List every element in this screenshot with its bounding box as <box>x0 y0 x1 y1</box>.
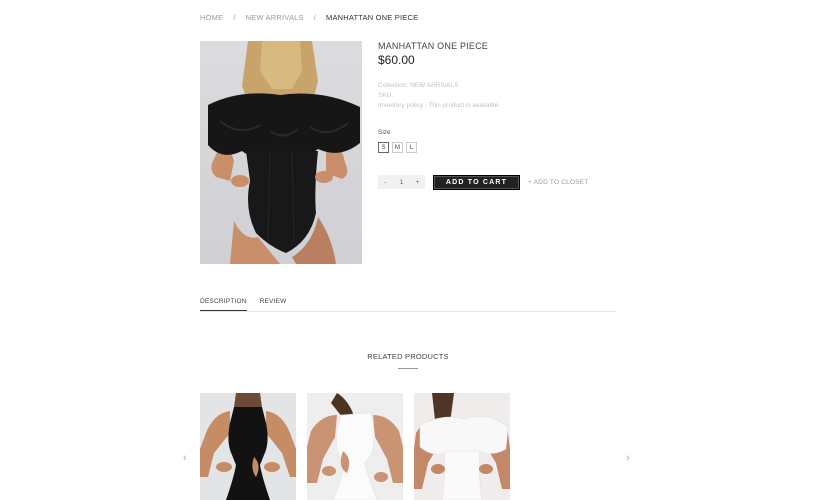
tab-description[interactable]: DESCRIPTION <box>200 298 247 311</box>
breadcrumb-collection-link[interactable]: NEW ARRIVALS <box>246 13 304 22</box>
size-label: Size <box>378 129 391 136</box>
related-products-title: RELATED PRODUCTS <box>367 352 449 361</box>
carousel-prev-icon[interactable]: ‹ <box>183 452 187 464</box>
product-price: $60.00 <box>378 53 415 67</box>
product-sku: SKU: <box>378 92 394 99</box>
related-photo-3 <box>414 393 510 500</box>
breadcrumb-current: MANHATTAN ONE PIECE <box>326 13 419 22</box>
size-option-s[interactable]: S <box>378 142 389 153</box>
related-product-white-cutout-swimsuit[interactable] <box>307 393 403 500</box>
product-title: MANHATTAN ONE PIECE <box>378 41 488 51</box>
breadcrumb-separator: / <box>313 13 317 22</box>
breadcrumb: HOME / NEW ARRIVALS / MANHATTAN ONE PIEC… <box>200 13 418 22</box>
related-photo-2 <box>307 393 403 500</box>
related-product-white-ruffle-swimsuit[interactable] <box>414 393 510 500</box>
breadcrumb-home-link[interactable]: HOME <box>200 13 223 22</box>
size-options: S M L <box>378 142 417 153</box>
size-option-m[interactable]: M <box>392 142 403 153</box>
quantity-stepper: - 1 + <box>378 175 425 189</box>
product-collection: Collection: NEW ARRIVALS <box>378 82 459 89</box>
product-image[interactable] <box>200 41 362 264</box>
product-tabs: DESCRIPTION REVIEW <box>200 298 286 311</box>
quantity-value[interactable]: 1 <box>394 179 409 186</box>
quantity-decrease-button[interactable]: - <box>378 179 393 186</box>
related-products-underline <box>398 368 418 369</box>
product-photo-black-swimsuit <box>208 41 360 264</box>
related-product-black-cutout-swimsuit[interactable] <box>200 393 296 500</box>
quantity-increase-button[interactable]: + <box>410 179 425 186</box>
related-photo-1 <box>200 393 296 500</box>
add-to-closet-link[interactable]: + ADD TO CLOSET <box>528 179 588 186</box>
size-option-l[interactable]: L <box>406 142 417 153</box>
tabs-divider <box>200 311 616 312</box>
add-to-cart-button[interactable]: ADD TO CART <box>433 175 520 190</box>
carousel-next-icon[interactable]: › <box>626 452 630 464</box>
breadcrumb-separator: / <box>233 13 236 22</box>
product-inventory-policy: Inventory policy : This product is avail… <box>378 102 499 109</box>
tab-review[interactable]: REVIEW <box>260 298 287 311</box>
